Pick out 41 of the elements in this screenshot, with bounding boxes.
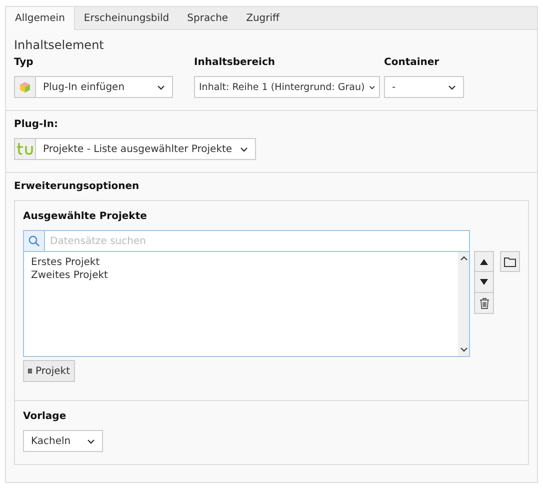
search-field[interactable]: Datensätze suchen [45,230,470,252]
tab[interactable]: Erscheinungsbild [74,7,178,29]
selected-list[interactable]: Erstes Projekt Zweites Projekt [23,252,470,357]
chevron-up-icon[interactable] [460,256,468,261]
scrollbar[interactable] [458,252,470,356]
field-label: Plug-In: [14,119,60,130]
cube-icon [14,76,35,98]
move-down-button[interactable] [474,272,494,293]
chevron-down-icon [240,146,248,152]
chevron-down-icon [157,84,165,90]
chevron-down-icon[interactable] [460,347,468,352]
plugin-select[interactable]: Projekte - Liste ausgewählter Projekte [35,138,256,160]
triangle-up-icon [480,258,488,264]
field-label: Inhaltsbereich [194,57,276,68]
section-title: Erweiterungsoptionen [14,181,140,192]
select-dropdown[interactable]: - [384,76,464,98]
folder-icon [504,256,516,266]
list-item[interactable]: Zweites Projekt [31,269,452,282]
tab[interactable]: Sprache [178,7,238,29]
search-icon [23,230,45,252]
select-dropdown[interactable]: Inhalt: Reihe 1 (Hintergrund: Grau) [194,76,380,98]
chevron-down-icon [87,438,95,444]
chevron-down-icon [448,84,456,90]
plugin-icon [14,138,35,160]
list-item[interactable]: Erstes Projekt [31,256,452,269]
browse-folder-button[interactable] [500,251,520,272]
template-select[interactable]: Kacheln [23,430,103,452]
delete-button[interactable] [474,293,494,314]
field-label: Ausgewählte Projekte [23,211,148,222]
add-project-button[interactable]: Projekt [23,360,75,382]
section-title: Inhaltselement [14,38,105,52]
trash-icon [480,298,489,308]
triangle-down-icon [480,279,488,285]
chevron-down-icon [368,84,375,90]
field-label: Container [384,57,440,68]
field-label: Vorlage [23,411,68,422]
tab[interactable]: Allgemein [6,7,75,30]
move-up-button[interactable] [474,251,494,272]
select-dropdown[interactable]: Plug-In einfügen [35,76,173,98]
tab[interactable]: Zugriff [237,7,288,29]
field-label: Typ [14,57,34,68]
